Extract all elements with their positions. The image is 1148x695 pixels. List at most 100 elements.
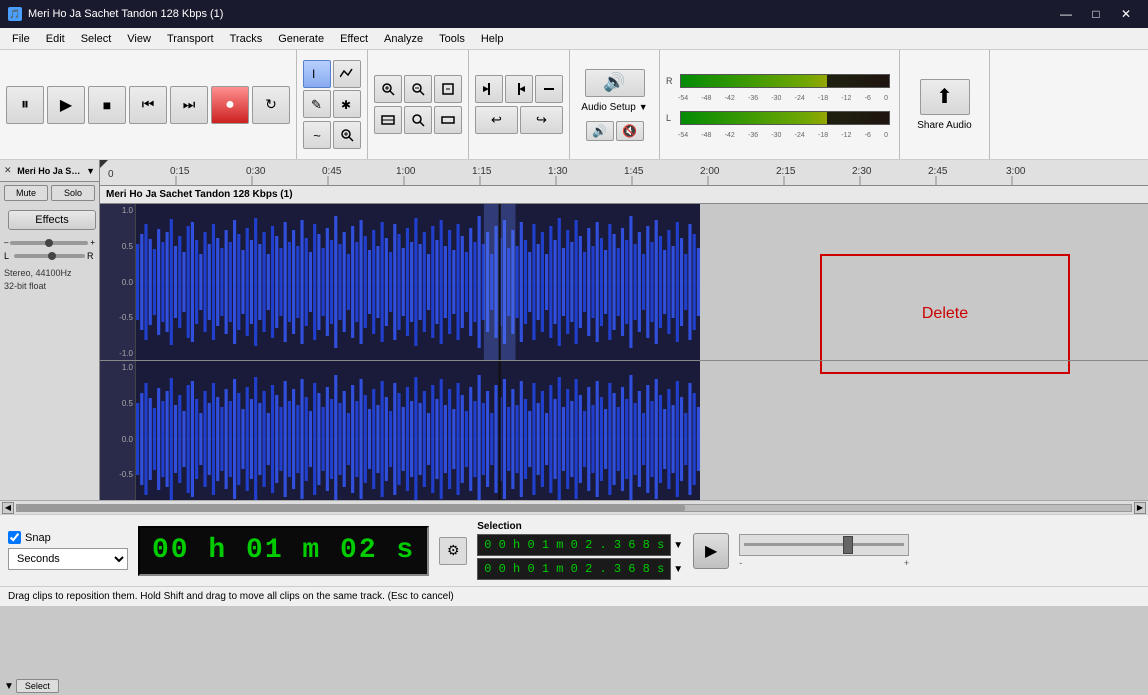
volume-slider[interactable] (10, 241, 88, 245)
svg-text:2:15: 2:15 (776, 166, 796, 177)
loop-button[interactable]: ↻ (252, 86, 290, 124)
undo-button[interactable]: ↩ (475, 106, 518, 134)
selection-start-value: 0 0 h 0 1 m 0 2 . 3 6 8 s (484, 538, 664, 552)
selection-start-row: 0 0 h 0 1 m 0 2 . 3 6 8 s ▼ (477, 534, 683, 556)
pan-control: L R (0, 249, 99, 263)
pan-knob[interactable] (48, 252, 56, 260)
close-button[interactable]: ✕ (1112, 3, 1140, 25)
skip-back-button[interactable]: ⏮ (129, 86, 167, 124)
menu-analyze[interactable]: Analyze (376, 28, 431, 50)
track-dropdown-icon[interactable]: ▼ (86, 166, 95, 176)
envelope-tool[interactable] (333, 60, 361, 88)
svg-text:0: 0 (108, 169, 114, 180)
waveform-area: Meri Ho Ja Sachet Tandon 128 Kbps (1) 1.… (100, 186, 1148, 500)
solo-button[interactable]: Solo (51, 185, 95, 201)
silence-button[interactable] (535, 75, 563, 103)
svg-text:✱: ✱ (341, 98, 351, 111)
tool-selector: I ✎ ✱ ~ (297, 50, 368, 159)
track-close-button[interactable]: ✕ (4, 165, 12, 176)
mute-button[interactable]: Mute (4, 185, 48, 201)
menu-edit[interactable]: Edit (38, 28, 73, 50)
zoom-out-button[interactable] (404, 75, 432, 103)
title-bar-left: 🎵 Meri Ho Ja Sachet Tandon 128 Kbps (1) (8, 7, 223, 21)
vu-meter-r-top (680, 74, 890, 88)
speaker-button[interactable]: 🔊 (586, 121, 614, 141)
delete-label: Delete (922, 305, 968, 323)
playback-speed-section: - + (739, 534, 909, 568)
skip-forward-button[interactable]: ⏭ (170, 86, 208, 124)
menu-select[interactable]: Select (73, 28, 120, 50)
selection-section: Selection 0 0 h 0 1 m 0 2 . 3 6 8 s ▼ 0 … (477, 521, 683, 580)
settings-icon: ⚙ (447, 542, 460, 559)
svg-text:0:15: 0:15 (170, 166, 190, 177)
menu-transport[interactable]: Transport (159, 28, 222, 50)
maximize-button[interactable]: □ (1082, 3, 1110, 25)
multi-tool[interactable]: ✱ (333, 90, 361, 118)
speed-knob[interactable] (843, 536, 853, 554)
title-bar: 🎵 Meri Ho Ja Sachet Tandon 128 Kbps (1) … (0, 0, 1148, 28)
trim-left-button[interactable] (475, 75, 503, 103)
pan-slider[interactable] (14, 254, 85, 258)
smooth-tool[interactable]: ~ (303, 121, 331, 149)
share-audio-button[interactable]: ⬆ (920, 79, 970, 115)
speaker-mute-button[interactable]: 🔇 (616, 121, 644, 141)
horizontal-scrollbar[interactable]: ◀ ▶ (0, 500, 1148, 514)
scroll-left-button[interactable]: ◀ (2, 502, 14, 514)
menu-tools[interactable]: Tools (431, 28, 473, 50)
snap-checkbox[interactable] (8, 531, 21, 544)
settings-button[interactable]: ⚙ (439, 537, 467, 565)
play-bottom-button[interactable]: ▶ (693, 533, 729, 569)
menu-file[interactable]: File (4, 28, 38, 50)
minimize-button[interactable]: — (1052, 3, 1080, 25)
effects-button[interactable]: Effects (8, 210, 96, 230)
menu-effect[interactable]: Effect (332, 28, 376, 50)
pause-button[interactable]: ⏸ (6, 86, 44, 124)
audio-setup-button[interactable]: 🔊 (585, 69, 645, 97)
speed-min-marker (744, 537, 748, 553)
selection-start-dropdown[interactable]: ▼ (673, 540, 683, 551)
scroll-thumb[interactable] (17, 505, 685, 511)
scroll-right-button[interactable]: ▶ (1134, 502, 1146, 514)
speed-min-label: - (739, 558, 742, 568)
select-button[interactable]: Select (16, 679, 59, 693)
zoom-toggle-button[interactable] (404, 106, 432, 134)
bottom-toolbar: Snap Seconds 00 h 01 m 02 s ⚙ Selection … (0, 514, 1148, 586)
track-info: Stereo, 44100Hz 32-bit float (0, 263, 99, 296)
timeline-ruler: 0 0:15 0:30 0:45 1:00 1:15 1:30 1:45 2:0… (100, 160, 1148, 186)
volume-knob[interactable] (45, 239, 53, 247)
menu-tracks[interactable]: Tracks (222, 28, 271, 50)
track-info-line1: Stereo, 44100Hz (4, 267, 95, 280)
svg-text:0:30: 0:30 (246, 166, 266, 177)
zoom-tool[interactable] (333, 121, 361, 149)
svg-text:2:00: 2:00 (700, 166, 720, 177)
zoom-controls (368, 50, 469, 159)
status-bar: Drag clips to reposition them. Hold Shif… (0, 586, 1148, 606)
track-bottom-bar: ▼ Select (0, 677, 63, 695)
menu-generate[interactable]: Generate (270, 28, 332, 50)
record-button[interactable]: ● (211, 86, 249, 124)
select-tool[interactable]: I (303, 60, 331, 88)
zoom-in-button[interactable] (374, 75, 402, 103)
expand-track-icon[interactable]: ▼ (4, 681, 14, 692)
vu-l-label: L (666, 113, 676, 123)
trim-right-button[interactable] (505, 75, 533, 103)
speed-max-label: + (904, 558, 909, 568)
selection-end-dropdown[interactable]: ▼ (673, 564, 683, 575)
fit-project-button[interactable] (374, 106, 402, 134)
draw-tool[interactable]: ✎ (303, 90, 331, 118)
menu-view[interactable]: View (119, 28, 159, 50)
redo-button[interactable]: ↪ (520, 106, 563, 134)
selection-label: Selection (477, 521, 683, 532)
zoom-width-button[interactable] (434, 106, 462, 134)
play-button[interactable]: ▶ (47, 86, 85, 124)
menu-help[interactable]: Help (473, 28, 512, 50)
svg-text:0:45: 0:45 (322, 166, 342, 177)
stop-button[interactable]: ■ (88, 86, 126, 124)
speed-slider-container[interactable] (739, 534, 909, 556)
seconds-dropdown[interactable]: Seconds (8, 548, 128, 570)
tracks-wrapper: ✕ Meri Ho Ja S… ▼ Mute Solo Effects – + … (0, 160, 1148, 500)
fit-selection-button[interactable] (434, 75, 462, 103)
audio-setup-dropdown-icon[interactable]: ▼ (639, 102, 648, 112)
selection-end-row: 0 0 h 0 1 m 0 2 . 3 6 8 s ▼ (477, 558, 683, 580)
scroll-track[interactable] (16, 504, 1132, 512)
